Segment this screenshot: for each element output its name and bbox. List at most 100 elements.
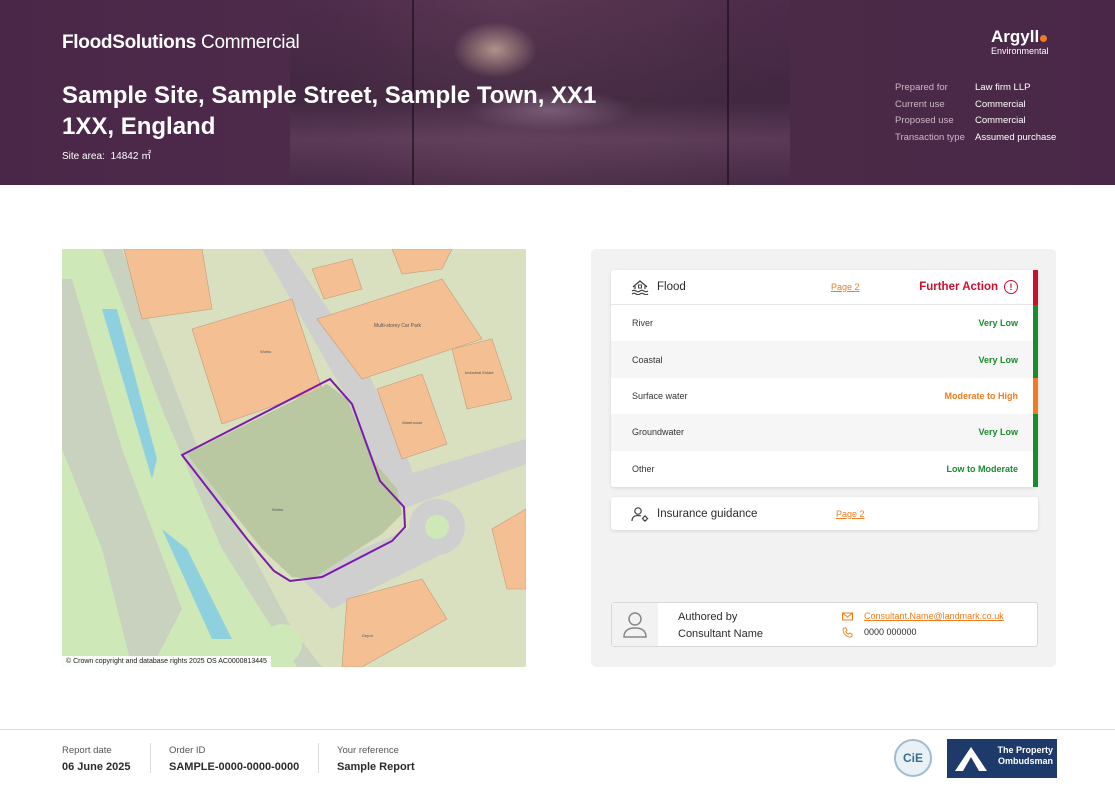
author-card: Authored by Consultant Name Consultant.N… — [611, 602, 1038, 647]
risk-value: Very Low — [978, 318, 1018, 329]
risk-row-other: Other Low to Moderate — [611, 450, 1038, 487]
authored-by-label: Authored by — [678, 611, 738, 623]
photo-pole — [727, 0, 729, 185]
map-label: Works — [260, 349, 271, 354]
brand-light: Commercial — [201, 32, 300, 53]
order-id-label: Order ID — [169, 745, 206, 756]
risk-label: Surface water — [632, 390, 688, 401]
site-area-value: 14842 ㎡ — [110, 151, 152, 162]
risk-row-coastal: Coastal Very Low — [611, 341, 1038, 378]
status-stripe — [1033, 450, 1038, 487]
risk-label: River — [632, 318, 654, 329]
meta-row: Prepared for Law firm LLP — [895, 80, 1056, 97]
meta-row: Current use Commercial — [895, 97, 1056, 114]
meta-value: Commercial — [975, 98, 1026, 110]
ombudsman-text: The Property Ombudsman — [997, 745, 1053, 766]
risk-value: Very Low — [978, 427, 1018, 438]
report-date-label: Report date — [62, 745, 112, 756]
risk-row-river: River Very Low — [611, 305, 1038, 342]
insurance-card: Insurance guidance Page 2 — [611, 497, 1038, 530]
author-text: Authored by Consultant Name — [678, 609, 763, 643]
author-email[interactable]: Consultant.Name@landmark.co.uk — [842, 611, 1004, 621]
house-water-icon — [631, 280, 649, 295]
avatar — [612, 603, 658, 646]
site-map[interactable]: Multi-storey Car Park Works Works Wareho… — [62, 249, 526, 667]
site-title: Sample Site, Sample Street, Sample Town,… — [62, 82, 597, 140]
footer-order-id: Order ID SAMPLE-0000-0000-0000 — [169, 745, 299, 773]
flood-card: Flood Page 2 Further Action ! River Very… — [611, 270, 1038, 487]
flood-card-header: Flood Page 2 Further Action ! — [611, 270, 1038, 305]
risk-row-groundwater: Groundwater Very Low — [611, 414, 1038, 451]
insurance-card-header: Insurance guidance Page 2 — [611, 497, 1038, 530]
insurance-page-link[interactable]: Page 2 — [836, 509, 865, 519]
report-header: FloodSolutions Commercial Sample Site, S… — [0, 0, 1115, 185]
further-action-status: Further Action — [919, 281, 998, 293]
meta-key: Prepared for — [895, 82, 948, 93]
author-phone-text: 0000 000000 — [864, 627, 917, 637]
map-label: Industrial Estate — [465, 370, 494, 375]
order-id-value: SAMPLE-0000-0000-0000 — [169, 761, 300, 773]
author-email-text[interactable]: Consultant.Name@landmark.co.uk — [864, 611, 1004, 621]
map-label: Depot — [362, 633, 374, 638]
insurance-title: Insurance guidance — [657, 507, 758, 520]
author-phone: 0000 000000 — [842, 627, 917, 638]
map-label: Warehouse — [402, 420, 423, 425]
status-stripe — [1033, 414, 1038, 451]
meta-key: Proposed use — [895, 115, 954, 126]
flood-page-link[interactable]: Page 2 — [831, 282, 860, 292]
map-canvas[interactable]: Multi-storey Car Park Works Works Wareho… — [62, 249, 526, 667]
map-copyright: © Crown copyright and database rights 20… — [62, 656, 271, 667]
risk-value: Moderate to High — [944, 390, 1019, 401]
risk-summary-panel: Flood Page 2 Further Action ! River Very… — [591, 249, 1056, 667]
alert-circle-icon: ! — [1004, 280, 1018, 294]
cie-text: CiE — [902, 751, 923, 765]
status-stripe — [1033, 305, 1038, 342]
author-name: Consultant Name — [678, 628, 763, 640]
logo-name: Argyll — [991, 27, 1040, 46]
product-brand: FloodSolutions Commercial — [62, 32, 300, 54]
meta-key: Current use — [895, 98, 945, 110]
risk-value: Very Low — [978, 354, 1018, 365]
mail-icon — [842, 612, 853, 621]
footer-separator — [150, 743, 151, 773]
report-meta: Prepared for Law firm LLP Current use Comm… — [895, 80, 1056, 146]
meta-value: Law firm LLP — [975, 82, 1031, 93]
user-settings-icon — [631, 507, 649, 522]
footer-divider — [0, 729, 1115, 730]
flood-risk-list: River Very Low Coastal Very Low Surface … — [611, 305, 1038, 487]
report-date-value: 06 June 2025 — [62, 761, 131, 773]
footer-separator — [318, 743, 319, 773]
reference-value: Sample Report — [337, 761, 415, 773]
flood-title: Flood — [657, 281, 686, 293]
risk-label: Other — [632, 463, 655, 474]
map-roundabout-centre — [425, 515, 449, 539]
map-label: Works — [272, 507, 283, 512]
site-area: Site area: 14842 ㎡ — [62, 147, 154, 162]
meta-row: Transaction type Assumed purchase — [895, 130, 1056, 147]
cie-badge: CiE — [894, 739, 932, 777]
status-stripe — [1033, 341, 1038, 378]
meta-value: Assumed purchase — [975, 131, 1057, 143]
meta-key: Transaction type — [895, 131, 965, 143]
site-area-label: Site area: — [62, 151, 105, 162]
map-label: Multi-storey Car Park — [374, 323, 421, 329]
logo-dot — [1040, 35, 1048, 42]
phone-icon — [842, 627, 853, 638]
property-ombudsman-badge: The Property Ombudsman — [947, 739, 1057, 778]
brand-bold: FloodSolutions — [62, 32, 197, 53]
logo-subtitle: Environmental — [991, 46, 1049, 56]
user-icon — [623, 612, 647, 638]
status-stripe — [1033, 377, 1038, 415]
argyll-logo: Argyll Environmental — [991, 27, 1049, 57]
reference-label: Your reference — [337, 745, 399, 756]
risk-label: Coastal — [632, 354, 663, 365]
meta-value: Commercial — [975, 115, 1026, 126]
meta-row: Proposed use Commercial — [895, 113, 1056, 130]
ombudsman-logo-icon — [955, 747, 987, 771]
risk-label: Groundwater — [632, 427, 685, 438]
risk-value: Low to Moderate — [946, 463, 1019, 474]
status-stripe — [1033, 270, 1038, 305]
risk-row-surface-water: Surface water Moderate to High — [611, 377, 1038, 415]
footer-report-date: Report date 06 June 2025 — [62, 745, 131, 773]
footer-reference: Your reference Sample Report — [337, 745, 415, 773]
